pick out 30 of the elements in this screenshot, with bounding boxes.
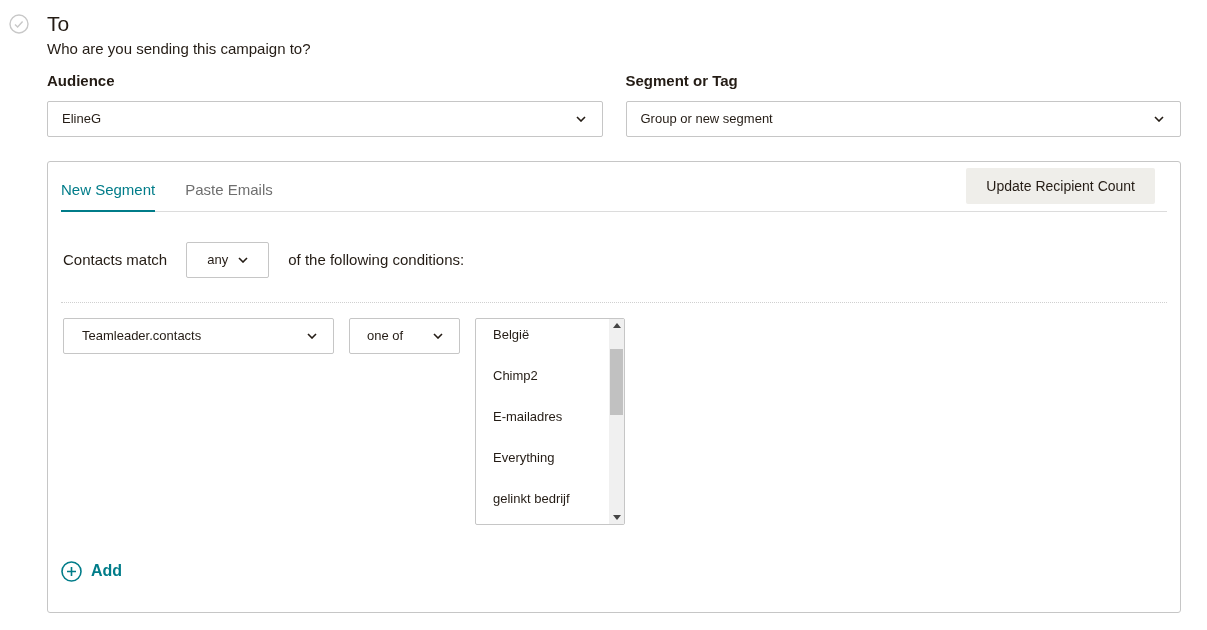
- match-suffix: of the following conditions:: [288, 249, 465, 270]
- field-label: Segment or Tag: [625, 71, 739, 91]
- chevron-down-icon: [238, 257, 249, 263]
- chevron-down-icon: [1154, 116, 1164, 122]
- scroll-down-icon[interactable]: [612, 515, 621, 520]
- options-listbox[interactable]: België Chimp2 E-mailadres Everything gelinkt bedrijf: [475, 318, 625, 525]
- section-title: To: [47, 11, 71, 37]
- scrollbar[interactable]: [609, 319, 624, 524]
- chevron-down-icon: [433, 333, 443, 339]
- list-option[interactable]: E-mailadres: [493, 407, 609, 427]
- list-option[interactable]: Chimp2: [493, 366, 609, 386]
- field-label: Audience: [47, 71, 116, 91]
- select-field[interactable]: Group or new segment: [625, 101, 1181, 137]
- field-select[interactable]: Teamleader.contacts: [63, 318, 334, 354]
- tab[interactable]: Paste Emails: [185, 178, 273, 212]
- add-button[interactable]: Add: [61, 559, 123, 583]
- plus-circle-icon: [61, 560, 82, 582]
- tab[interactable]: New Segment: [61, 178, 156, 212]
- match-label: Contacts match: [63, 249, 168, 270]
- section-subtitle: Who are you sending this campaign to?: [47, 39, 312, 59]
- chevron-down-icon: [307, 333, 317, 339]
- chevron-down-icon: [575, 116, 586, 122]
- scroll-up-icon[interactable]: [612, 323, 621, 328]
- list-option[interactable]: België: [493, 325, 609, 345]
- update-recipient-count-button[interactable]: Update Recipient Count: [966, 168, 1155, 204]
- select-field[interactable]: ElineG: [47, 101, 603, 137]
- list-option[interactable]: gelinkt bedrijf: [493, 489, 609, 509]
- list-option[interactable]: Everything: [493, 448, 609, 468]
- match-select[interactable]: any: [186, 242, 270, 278]
- operator-select[interactable]: one of: [349, 318, 460, 354]
